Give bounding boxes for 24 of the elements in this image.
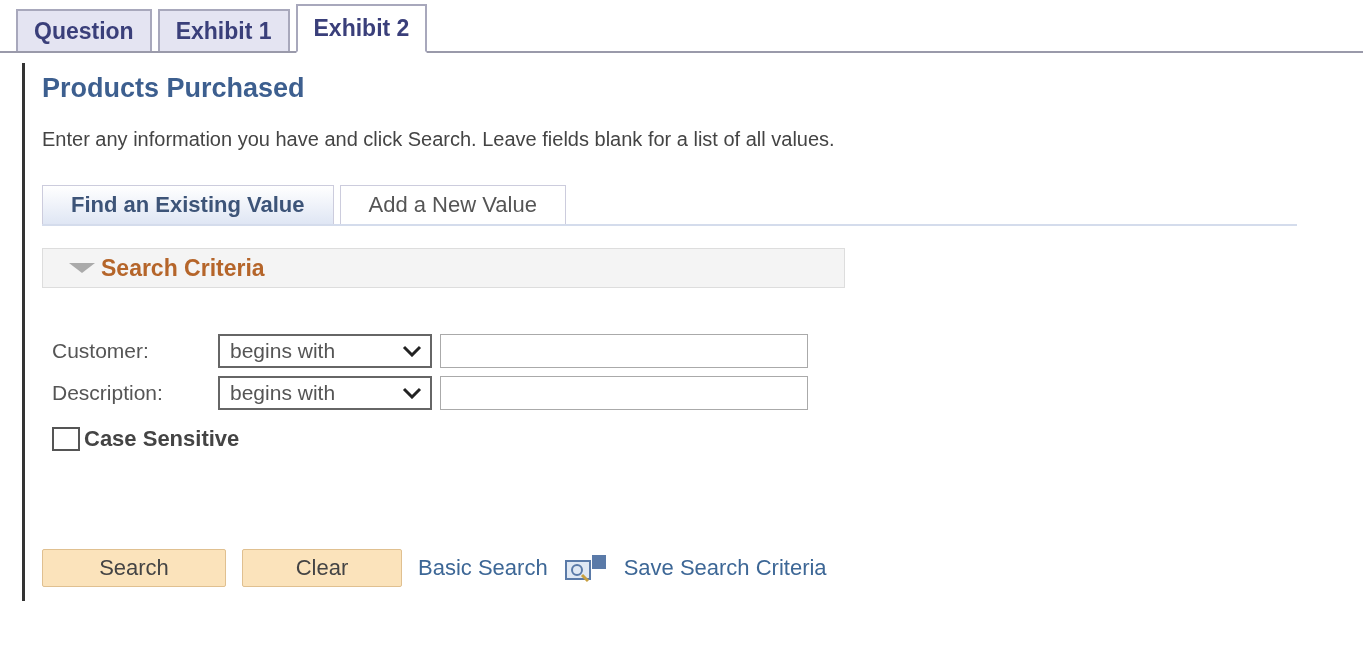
operator-dropdown[interactable]: begins with bbox=[218, 334, 432, 368]
tab[interactable]: Exhibit 1 bbox=[157, 9, 290, 51]
tab[interactable]: Exhibit 2 bbox=[295, 4, 428, 53]
tab[interactable]: Question bbox=[16, 9, 152, 51]
chevron-down-icon bbox=[402, 387, 422, 399]
checkbox-label: Case Sensitive bbox=[84, 426, 240, 452]
basic-search-link[interactable]: Basic Search bbox=[418, 555, 548, 581]
checkbox[interactable] bbox=[52, 427, 80, 451]
tab[interactable]: Add a New Value bbox=[339, 185, 566, 224]
save-search-icon[interactable] bbox=[563, 553, 608, 583]
input-field[interactable] bbox=[440, 376, 808, 410]
section-header[interactable]: Search Criteria bbox=[42, 248, 845, 288]
save-search-criteria-link[interactable]: Save Search Criteria bbox=[623, 555, 827, 581]
chevron-down-icon bbox=[402, 345, 422, 357]
field-label: Description: bbox=[52, 381, 164, 405]
tab[interactable]: Find an Existing Value bbox=[42, 185, 334, 224]
action-button[interactable]: Search bbox=[42, 549, 226, 587]
page-title: Products Purchased bbox=[42, 73, 306, 104]
field-label: Customer: bbox=[52, 339, 150, 363]
operator-dropdown[interactable]: begins with bbox=[218, 376, 432, 410]
instructions-text: Enter any information you have and click Search. Leave fields blank for a list of all values. bbox=[42, 128, 836, 151]
action-button[interactable]: Clear bbox=[242, 549, 402, 587]
input-field[interactable] bbox=[440, 334, 808, 368]
caret-icon bbox=[69, 261, 95, 275]
